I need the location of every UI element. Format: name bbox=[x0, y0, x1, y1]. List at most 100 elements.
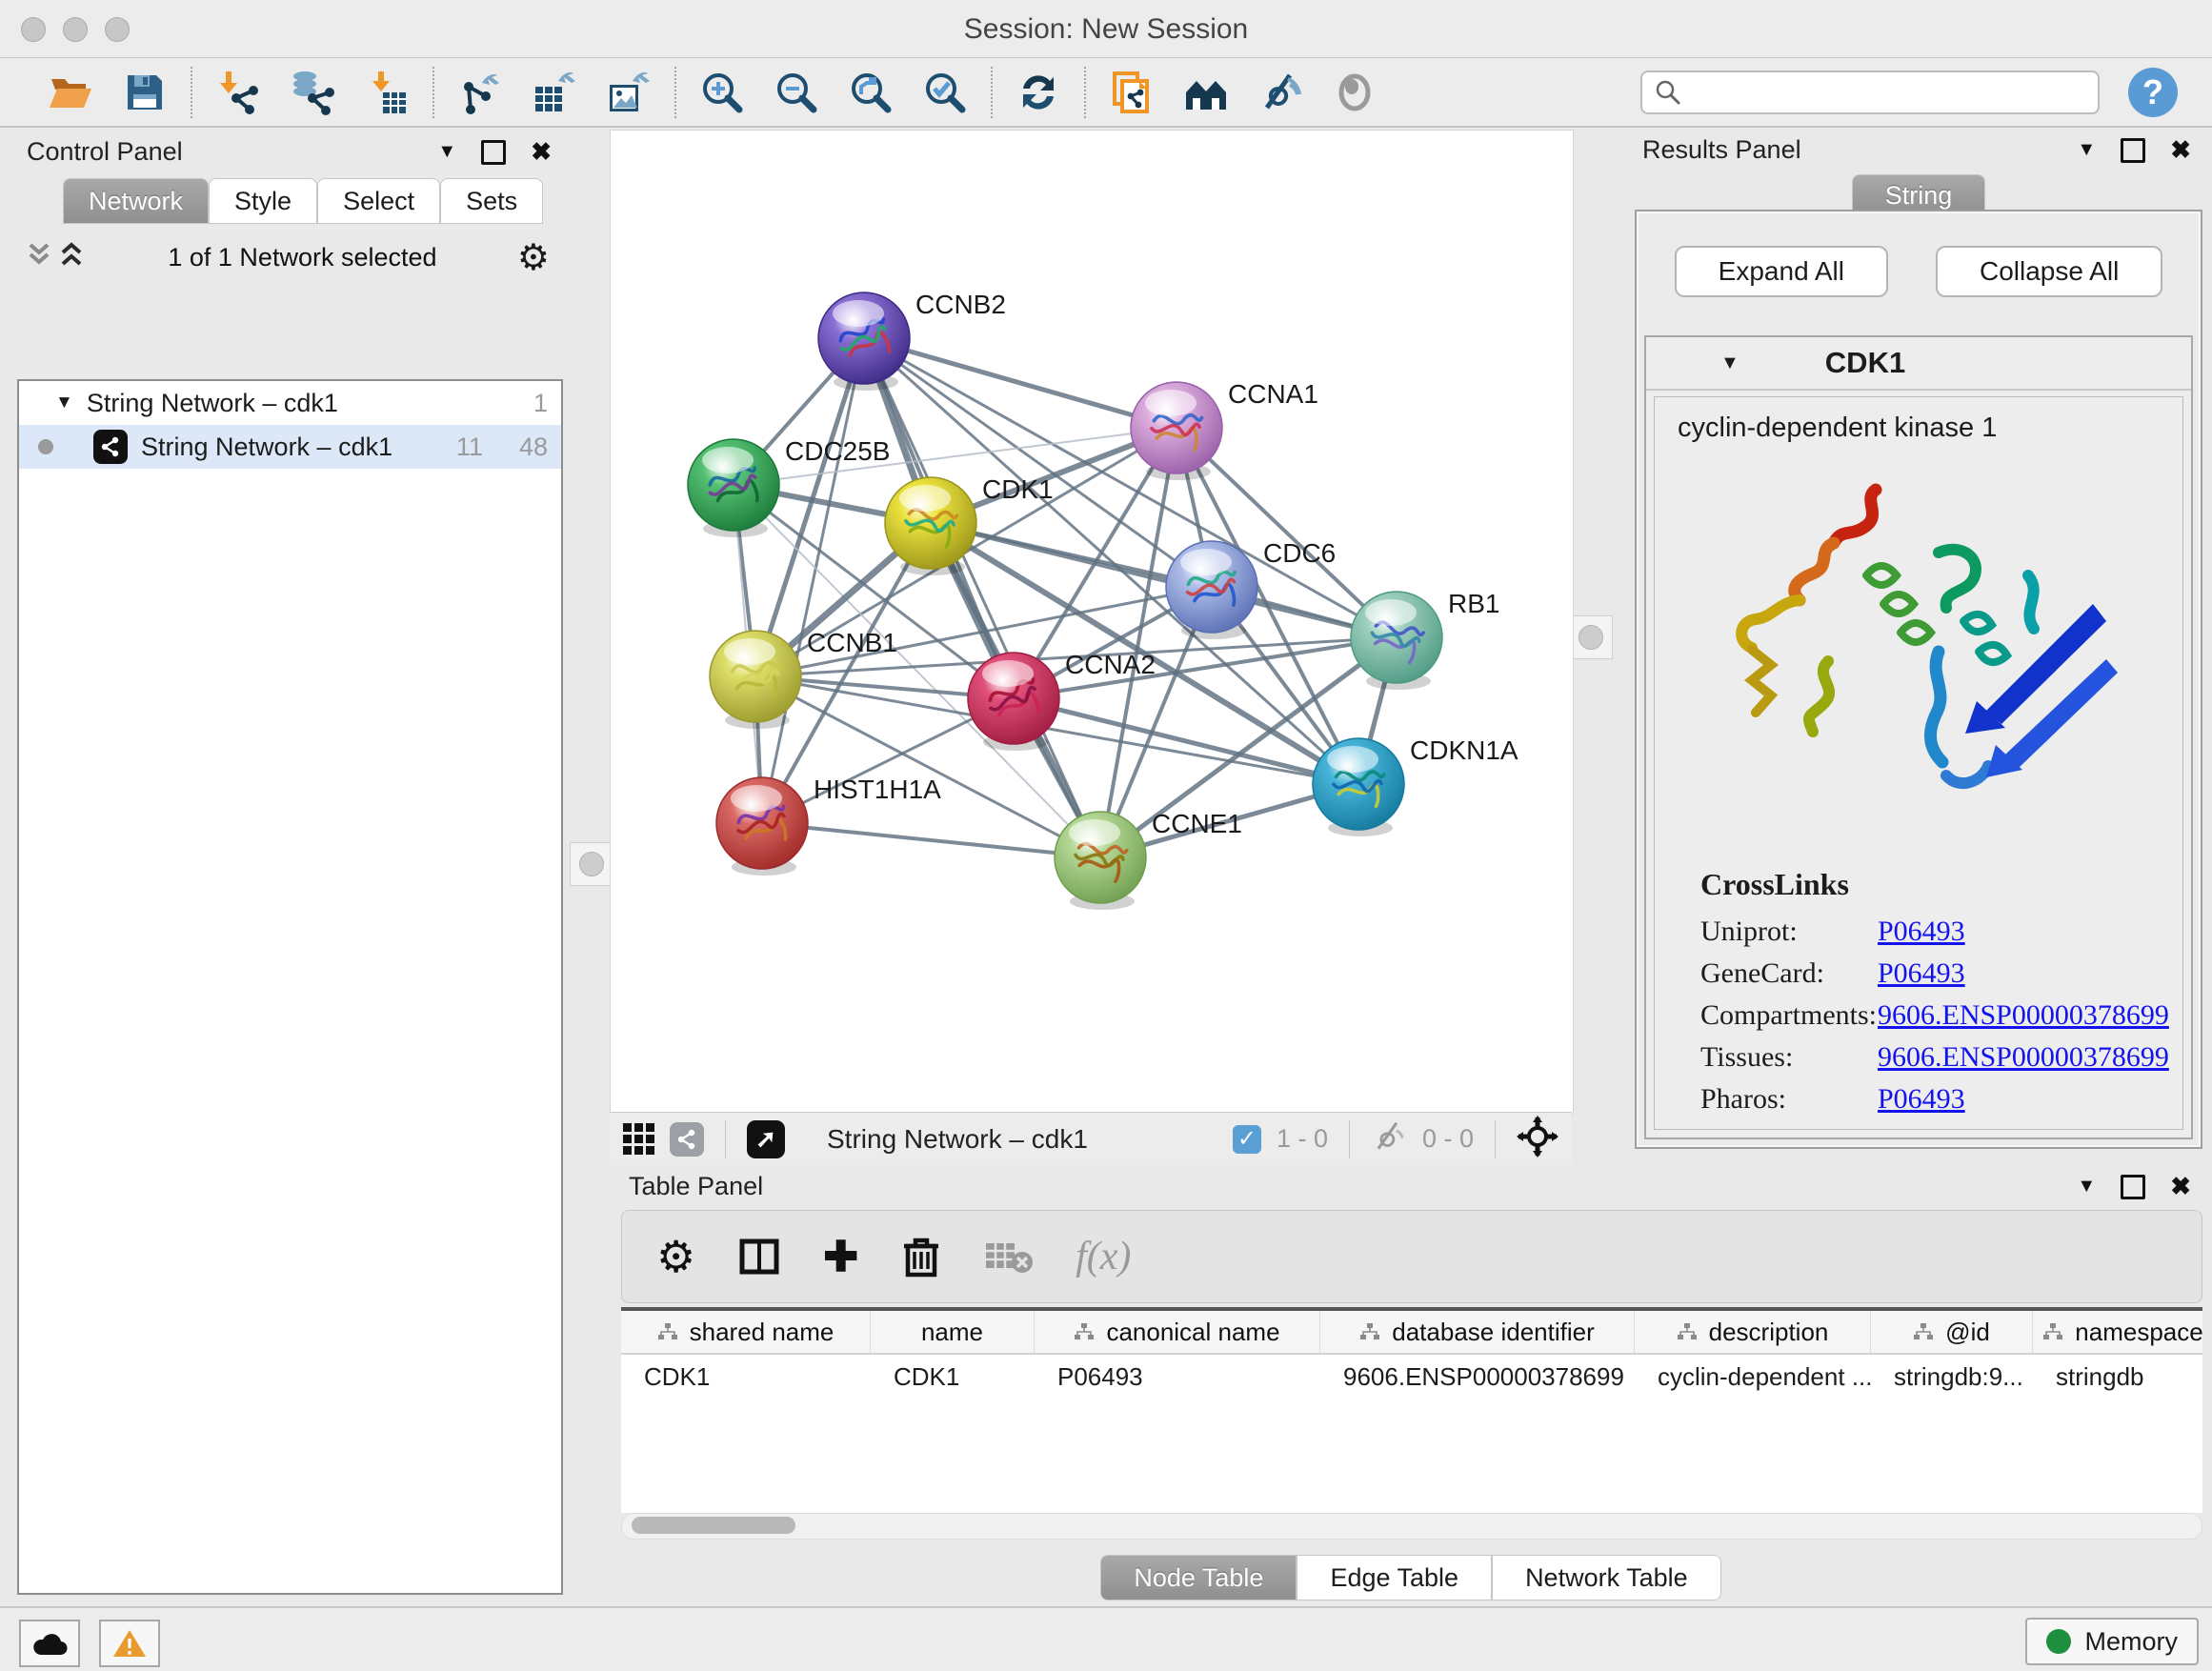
zoom-out-icon[interactable] bbox=[772, 68, 821, 117]
network-options-gear-icon[interactable]: ⚙ bbox=[517, 240, 550, 276]
network-edge-CCNB2-HIST1H1A[interactable] bbox=[762, 338, 864, 823]
table-cell[interactable]: P06493 bbox=[1035, 1355, 1320, 1399]
collapse-all-networks-icon[interactable] bbox=[23, 239, 55, 276]
selected-nodes-checkbox-icon[interactable]: ✓ bbox=[1233, 1125, 1261, 1154]
column-header-description[interactable]: description bbox=[1635, 1311, 1871, 1353]
import-table-from-file-icon[interactable] bbox=[362, 68, 412, 117]
scrollbar-thumb[interactable] bbox=[632, 1517, 795, 1534]
hidden-counts: 0 - 0 bbox=[1422, 1124, 1474, 1154]
table-panel-menu-icon[interactable]: ▼ bbox=[2077, 1176, 2096, 1198]
left-splitter-handle[interactable] bbox=[570, 842, 613, 886]
grid-view-icon[interactable] bbox=[623, 1123, 654, 1155]
left-splitter[interactable] bbox=[573, 130, 610, 1608]
tab-select[interactable]: Select bbox=[317, 178, 440, 224]
export-image-icon[interactable] bbox=[604, 68, 654, 117]
network-node-CDKN1A[interactable]: CDKN1A bbox=[1313, 735, 1518, 836]
crosslink-tissues-link[interactable]: 9606.ENSP00000378699 bbox=[1878, 1041, 2169, 1074]
network-overview-icon[interactable] bbox=[670, 1122, 704, 1157]
search-input[interactable] bbox=[1690, 76, 2086, 108]
crosslink-compartments-link[interactable]: 9606.ENSP00000378699 bbox=[1878, 999, 2169, 1032]
zoom-selected-icon[interactable] bbox=[920, 68, 970, 117]
apply-layout-refresh-icon[interactable] bbox=[1014, 68, 1063, 117]
memory-button[interactable]: Memory bbox=[2025, 1618, 2199, 1665]
network-row[interactable]: String Network – cdk1 11 48 bbox=[19, 425, 561, 469]
tab-edge-table[interactable]: Edge Table bbox=[1297, 1555, 1492, 1601]
right-splitter-handle[interactable] bbox=[1569, 615, 1613, 659]
zoom-in-icon[interactable] bbox=[697, 68, 747, 117]
table-options-gear-icon[interactable]: ⚙ bbox=[656, 1231, 695, 1282]
column-header--id[interactable]: @id bbox=[1871, 1311, 2033, 1353]
expand-all-button[interactable]: Expand All bbox=[1675, 246, 1888, 297]
import-network-from-file-icon[interactable] bbox=[213, 68, 263, 117]
network-node-HIST1H1A[interactable]: HIST1H1A bbox=[716, 775, 941, 876]
column-header-canonical-name[interactable]: canonical name bbox=[1035, 1311, 1320, 1353]
string-query-docs-icon[interactable] bbox=[1107, 68, 1156, 117]
table-horizontal-scrollbar[interactable] bbox=[621, 1513, 2202, 1540]
table-cell[interactable]: CDK1 bbox=[621, 1355, 871, 1399]
network-node-RB1[interactable]: RB1 bbox=[1351, 589, 1499, 690]
help-button[interactable]: ? bbox=[2128, 68, 2178, 117]
export-table-icon[interactable] bbox=[530, 68, 579, 117]
table-row[interactable]: CDK1CDK1P064939606.ENSP00000378699cyclin… bbox=[621, 1355, 2202, 1399]
show-columns-icon[interactable] bbox=[737, 1235, 781, 1278]
network-edge-HIST1H1A-CCNE1[interactable] bbox=[762, 823, 1100, 857]
table-cell[interactable]: stringdb bbox=[2033, 1355, 2202, 1399]
string-homes-icon[interactable] bbox=[1181, 68, 1231, 117]
eye-disabled-icon[interactable] bbox=[1330, 68, 1379, 117]
control-panel-float-icon[interactable] bbox=[481, 140, 506, 165]
network-node-CCNB2[interactable]: CCNB2 bbox=[818, 290, 1006, 391]
tab-node-table[interactable]: Node Table bbox=[1100, 1555, 1297, 1601]
detach-view-icon[interactable]: ➚ bbox=[747, 1120, 785, 1158]
network-node-CDK1[interactable]: CDK1 bbox=[885, 474, 1054, 575]
collection-expander-icon[interactable]: ▼ bbox=[55, 393, 73, 413]
table-panel-float-icon[interactable] bbox=[2121, 1175, 2145, 1199]
save-session-icon[interactable] bbox=[120, 68, 170, 117]
hide-glasses-icon[interactable] bbox=[1256, 68, 1305, 117]
results-panel-close-icon[interactable]: ✖ bbox=[2170, 135, 2191, 165]
table-cell[interactable]: CDK1 bbox=[871, 1355, 1035, 1399]
add-column-icon[interactable]: ✚ bbox=[823, 1233, 858, 1281]
results-panel-float-icon[interactable] bbox=[2121, 138, 2145, 163]
network-node-CDC25B[interactable]: CDC25B bbox=[688, 436, 890, 537]
delete-column-trash-icon[interactable] bbox=[900, 1235, 942, 1278]
table-panel-close-icon[interactable]: ✖ bbox=[2170, 1172, 2191, 1201]
network-canvas[interactable]: CCNB2CCNA1CDC25BCDK1CDC6RB1CCNB1CCNA2CDK… bbox=[610, 130, 1574, 1114]
crosslink-genecard-link[interactable]: P06493 bbox=[1878, 957, 1965, 990]
fit-selected-crosshair-icon[interactable] bbox=[1517, 1116, 1558, 1162]
open-session-icon[interactable] bbox=[46, 68, 95, 117]
warning-status-button[interactable] bbox=[99, 1620, 160, 1667]
column-header-name[interactable]: name bbox=[871, 1311, 1035, 1353]
table-cell[interactable]: stringdb:9... bbox=[1871, 1355, 2033, 1399]
network-node-CCNB1[interactable]: CCNB1 bbox=[710, 628, 897, 729]
network-label: String Network – cdk1 bbox=[141, 433, 392, 462]
tab-network-table[interactable]: Network Table bbox=[1492, 1555, 1721, 1601]
column-header-database-identifier[interactable]: database identifier bbox=[1320, 1311, 1635, 1353]
right-splitter[interactable] bbox=[1572, 130, 1609, 1166]
tab-network[interactable]: Network bbox=[63, 178, 209, 224]
control-panel-menu-icon[interactable]: ▼ bbox=[437, 141, 456, 163]
control-panel-title: Control Panel bbox=[27, 137, 183, 167]
gene-section-expander-icon[interactable]: ▼ bbox=[1720, 352, 1739, 374]
results-panel-menu-icon[interactable]: ▼ bbox=[2077, 139, 2096, 161]
column-header-shared-name[interactable]: shared name bbox=[621, 1311, 871, 1353]
search-field[interactable] bbox=[1640, 70, 2100, 114]
collapse-all-button[interactable]: Collapse All bbox=[1936, 246, 2162, 297]
network-edge-CCNA2-CDKN1A[interactable] bbox=[1014, 698, 1358, 784]
table-cell[interactable]: 9606.ENSP00000378699 bbox=[1320, 1355, 1635, 1399]
import-network-from-database-icon[interactable] bbox=[288, 68, 337, 117]
export-network-icon[interactable] bbox=[455, 68, 505, 117]
network-collection-row[interactable]: ▼ String Network – cdk1 1 bbox=[19, 381, 561, 425]
zoom-fit-icon[interactable] bbox=[846, 68, 895, 117]
network-edge-CCNB2-CCNA1[interactable] bbox=[864, 338, 1176, 428]
control-panel-close-icon[interactable]: ✖ bbox=[531, 137, 552, 167]
table-cell[interactable]: cyclin-dependent ... bbox=[1635, 1355, 1871, 1399]
memory-status-dot-icon bbox=[2046, 1629, 2071, 1654]
column-header-namespace[interactable]: namespace bbox=[2033, 1311, 2202, 1353]
network-node-CCNA1[interactable]: CCNA1 bbox=[1131, 379, 1318, 480]
tab-sets[interactable]: Sets bbox=[440, 178, 543, 224]
tab-style[interactable]: Style bbox=[209, 178, 317, 224]
cloud-status-button[interactable] bbox=[19, 1620, 80, 1667]
crosslink-uniprot-link[interactable]: P06493 bbox=[1878, 916, 1965, 948]
expand-all-networks-icon[interactable] bbox=[55, 239, 88, 276]
crosslink-pharos-link[interactable]: P06493 bbox=[1878, 1083, 1965, 1116]
